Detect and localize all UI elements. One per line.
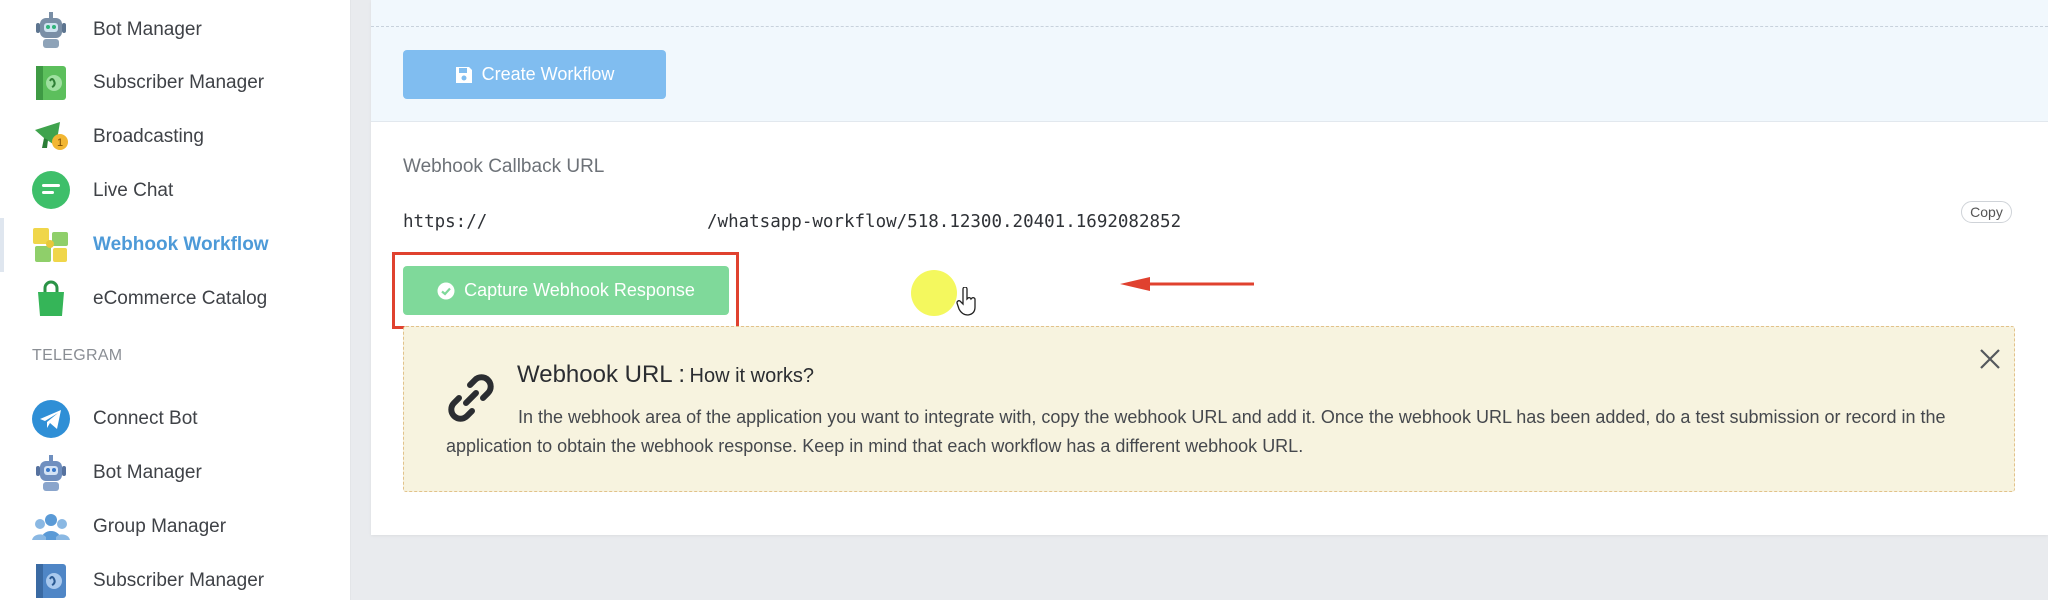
save-icon: [455, 66, 472, 83]
sidebar-item-bot-manager[interactable]: Bot Manager: [0, 3, 351, 57]
sidebar-item-label: Broadcasting: [93, 126, 204, 147]
sidebar-item-label: Webhook Workflow: [93, 234, 269, 255]
sidebar: Bot Manager Subscriber Manager 1 Broadca…: [0, 0, 351, 600]
create-workflow-button[interactable]: Create Workflow: [403, 50, 666, 99]
annotation-highlight-box: [392, 252, 739, 329]
sidebar-item-group-manager[interactable]: Group Manager: [0, 500, 351, 554]
sidebar-item-telegram-bot-manager[interactable]: Bot Manager: [0, 446, 351, 500]
sidebar-item-subscriber-manager[interactable]: Subscriber Manager: [0, 56, 351, 110]
copy-button[interactable]: Copy: [1961, 201, 2012, 223]
bot-icon: [30, 452, 72, 494]
megaphone-icon: 1: [30, 116, 72, 158]
sidebar-item-label: Live Chat: [93, 180, 174, 201]
shopping-bag-icon: [30, 278, 72, 320]
sidebar-item-webhook-workflow[interactable]: Webhook Workflow: [0, 218, 351, 272]
divider: [371, 26, 2048, 27]
info-title-sub: How it works?: [689, 365, 815, 387]
telegram-plane-icon: [30, 398, 72, 440]
webhook-url-prefix: https://: [403, 212, 488, 232]
sidebar-item-ecommerce-catalog[interactable]: eCommerce Catalog: [0, 272, 351, 326]
annotation-arrow-icon: [1120, 277, 1254, 291]
subscriber-book-icon: [30, 560, 72, 600]
sidebar-item-live-chat[interactable]: Live Chat: [0, 164, 351, 218]
sidebar-item-label: Bot Manager: [93, 462, 202, 483]
sidebar-item-label: eCommerce Catalog: [93, 288, 268, 309]
info-description: In the webhook area of the application y…: [446, 407, 1946, 456]
sidebar-item-label: Subscriber Manager: [93, 570, 265, 591]
card-header-area: Create Workflow: [371, 0, 2048, 122]
section-label-telegram: TELEGRAM: [32, 347, 123, 364]
sidebar-item-label: Group Manager: [93, 516, 227, 537]
webhook-puzzle-icon: [30, 224, 72, 266]
create-workflow-label: Create Workflow: [481, 64, 615, 84]
chat-bubble-icon: [30, 170, 72, 212]
svg-text:1: 1: [57, 137, 63, 149]
webhook-info-box: Webhook URL : How it works? In the webho…: [403, 326, 2015, 492]
sidebar-item-label: Subscriber Manager: [93, 72, 265, 93]
close-icon[interactable]: [1978, 347, 2002, 371]
subscriber-book-icon: [30, 62, 72, 104]
sidebar-item-connect-bot[interactable]: Connect Bot: [0, 392, 351, 446]
sidebar-item-broadcasting[interactable]: 1 Broadcasting: [0, 110, 351, 164]
webhook-url-path: /whatsapp-workflow/518.12300.20401.16920…: [707, 212, 1182, 232]
bot-icon: [30, 9, 72, 51]
group-people-icon: [30, 506, 72, 548]
sidebar-item-label: Connect Bot: [93, 408, 198, 429]
sidebar-item-label: Bot Manager: [93, 19, 202, 40]
workflow-card: Create Workflow Webhook Callback URL htt…: [371, 0, 2048, 535]
info-title: Webhook URL : How it works?: [517, 361, 814, 389]
sidebar-item-telegram-subscriber-manager[interactable]: Subscriber Manager: [0, 554, 351, 600]
info-title-main: Webhook URL :: [517, 361, 686, 388]
webhook-callback-label: Webhook Callback URL: [403, 156, 605, 177]
